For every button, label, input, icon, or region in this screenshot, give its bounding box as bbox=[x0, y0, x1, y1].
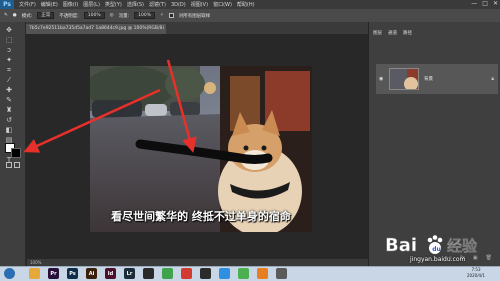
tab-paths[interactable]: 路径 bbox=[403, 30, 412, 38]
taskbar-app-icon[interactable]: Ps bbox=[67, 268, 78, 279]
system-clock[interactable]: 7:53 2020/4/1 bbox=[456, 267, 496, 280]
taskbar-app-icon[interactable] bbox=[162, 268, 173, 279]
watermark-site: jingyan.baidu.com bbox=[410, 256, 466, 263]
start-button[interactable] bbox=[4, 268, 15, 279]
tab-layers[interactable]: 图层 bbox=[373, 30, 382, 38]
taskbar-app-icon[interactable] bbox=[276, 268, 287, 279]
taskbar-app-icon[interactable]: Id bbox=[105, 268, 116, 279]
taskbar-app-icon[interactable] bbox=[219, 268, 230, 279]
eye-icon[interactable]: ◉ bbox=[379, 76, 384, 82]
baidu-suffix-text: 经验 bbox=[447, 237, 478, 255]
lock-icon: 🔒︎ bbox=[491, 76, 494, 82]
taskbar-app-icon[interactable] bbox=[29, 268, 40, 279]
taskbar-app-icon[interactable] bbox=[257, 268, 268, 279]
panel-tabs: 图层 通道 路径 bbox=[373, 30, 497, 38]
taskbar-app-icon[interactable] bbox=[238, 268, 249, 279]
taskbar-app-icon[interactable] bbox=[181, 268, 192, 279]
taskbar-app-icon[interactable]: Lr bbox=[124, 268, 135, 279]
clock-date: 2020/4/1 bbox=[467, 273, 485, 278]
layer-row-background[interactable]: ◉ 背景 🔒︎ bbox=[376, 64, 498, 94]
taskbar-app-icon[interactable]: Pr bbox=[48, 268, 59, 279]
svg-text:du: du bbox=[432, 246, 441, 253]
baidu-jingyan-watermark: Bai du 经验 jingyan.baidu.com bbox=[383, 229, 499, 265]
arrow-to-stroke bbox=[166, 59, 197, 153]
arrow-to-swatch bbox=[23, 88, 161, 153]
taskbar-app-icon[interactable]: Ai bbox=[86, 268, 97, 279]
layer-name: 背景 bbox=[424, 77, 433, 82]
tab-channels[interactable]: 通道 bbox=[388, 30, 397, 38]
status-bar: 100% bbox=[27, 259, 368, 266]
baidu-paw-icon: du bbox=[427, 235, 443, 254]
taskbar-app-icon[interactable] bbox=[143, 268, 154, 279]
taskbar-app-icon[interactable] bbox=[200, 268, 211, 279]
layer-thumbnail-image bbox=[390, 69, 418, 89]
baidu-brand-text: Bai bbox=[385, 235, 417, 256]
layer-thumbnail bbox=[389, 68, 419, 90]
